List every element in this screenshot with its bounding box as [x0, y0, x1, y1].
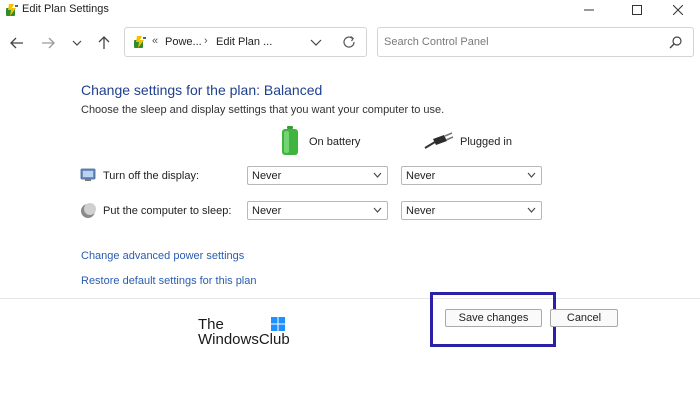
advanced-power-settings-link[interactable]: Change advanced power settings [81, 250, 244, 262]
restore-defaults-link[interactable]: Restore default settings for this plan [81, 275, 256, 287]
select-value: Never [406, 205, 436, 217]
chevron-down-icon [373, 207, 382, 213]
select-value: Never [252, 205, 282, 217]
minimize-button[interactable] [566, 0, 612, 20]
search-input[interactable] [384, 34, 654, 50]
minimize-icon [584, 9, 594, 11]
on-battery-column-header: On battery [309, 136, 361, 148]
address-overflow-chevrons[interactable]: « [152, 35, 158, 47]
search-icon[interactable] [669, 35, 683, 49]
display-on-battery-select[interactable]: Never [247, 166, 388, 185]
battery-icon [282, 126, 298, 155]
chevron-down-icon [72, 40, 82, 46]
sleep-on-battery-select[interactable]: Never [247, 201, 388, 220]
cancel-button[interactable]: Cancel [550, 309, 618, 327]
maximize-button[interactable] [614, 0, 660, 20]
page-title: Change settings for the plan: Balanced [81, 82, 323, 98]
maximize-icon [632, 5, 642, 15]
up-button[interactable] [93, 33, 115, 53]
footer-divider [0, 298, 700, 299]
close-button[interactable] [655, 0, 700, 20]
breadcrumb-power-options[interactable]: Powe... [165, 36, 202, 48]
search-box[interactable] [377, 27, 694, 57]
power-options-icon [6, 4, 18, 16]
window-title: Edit Plan Settings [22, 3, 109, 15]
power-plug-icon [424, 132, 454, 149]
select-value: Never [252, 170, 282, 182]
forward-button[interactable] [37, 33, 59, 53]
arrow-right-icon [42, 37, 55, 49]
refresh-icon[interactable] [341, 34, 357, 50]
sleep-label: Put the computer to sleep: [103, 205, 232, 217]
save-changes-button[interactable]: Save changes [445, 309, 542, 327]
close-icon [672, 5, 683, 15]
breadcrumb-separator[interactable]: › [204, 35, 208, 47]
display-plugged-in-select[interactable]: Never [401, 166, 542, 185]
arrow-up-icon [98, 36, 110, 49]
breadcrumb-edit-plan[interactable]: Edit Plan ... [216, 36, 272, 48]
address-dropdown-icon[interactable] [309, 34, 323, 50]
windows-logo-icon [271, 317, 285, 331]
page-description: Choose the sleep and display settings th… [81, 104, 445, 116]
power-options-icon [134, 36, 146, 48]
chevron-down-icon [527, 207, 536, 213]
chevron-down-icon [527, 172, 536, 178]
back-button[interactable] [6, 33, 28, 53]
chevron-down-icon [373, 172, 382, 178]
sleep-plugged-in-select[interactable]: Never [401, 201, 542, 220]
address-bar[interactable]: « Powe... › Edit Plan ... [124, 27, 367, 57]
recent-locations-button[interactable] [66, 33, 88, 53]
watermark-windowsclub: WindowsClub [198, 331, 290, 348]
plugged-in-column-header: Plugged in [460, 136, 512, 148]
select-value: Never [406, 170, 436, 182]
turn-off-display-label: Turn off the display: [103, 170, 199, 182]
arrow-left-icon [10, 37, 23, 49]
sleep-icon [81, 203, 96, 218]
display-icon [80, 168, 96, 181]
